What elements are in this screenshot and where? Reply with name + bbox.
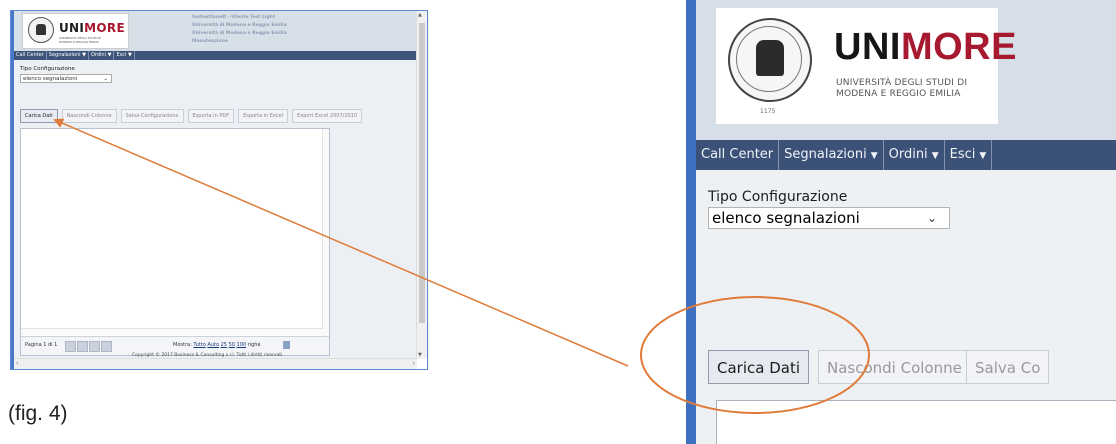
export-excel-2007-button[interactable]: Export Excel 2007/2010 bbox=[292, 109, 363, 123]
triangle-down-icon: ▼ bbox=[979, 151, 987, 161]
menu-item-ordini[interactable]: Ordini ▼ bbox=[89, 51, 115, 60]
logo: 1175 UNIMORE UNIVERSITÀ DEGLI STUDI DI M… bbox=[716, 8, 1016, 124]
config-select[interactable]: elenco segnalazioni ⌄ bbox=[708, 207, 950, 229]
user-info: testnettaredt - Utente Test Light Univer… bbox=[192, 15, 287, 44]
rows-option-auto[interactable]: Auto bbox=[207, 342, 219, 348]
config-label: Tipo Configurazione bbox=[20, 66, 75, 72]
app-page: UNIMORE UNIVERSITÀ DEGLI STUDI DI MODENA… bbox=[14, 11, 417, 359]
header: 1175 UNIMORE UNIVERSITÀ DEGLI STUDI DI M… bbox=[696, 0, 1116, 140]
menu-item-esci[interactable]: Esci ▼ bbox=[114, 51, 135, 60]
data-grid[interactable] bbox=[716, 400, 1116, 444]
esporta-pdf-button[interactable]: Esporta in PDF bbox=[187, 109, 235, 123]
chevron-down-icon: ⌄ bbox=[103, 76, 108, 82]
config-select[interactable]: elenco segnalazioni ⌄ bbox=[20, 74, 112, 83]
seal-year: 1175 bbox=[760, 108, 776, 115]
triangle-down-icon: ▼ bbox=[127, 52, 132, 58]
carica-dati-button[interactable]: Carica Dati bbox=[708, 350, 809, 384]
triangle-down-icon: ▼ bbox=[82, 52, 86, 58]
scroll-thumb[interactable] bbox=[419, 23, 425, 323]
arrow-down-icon[interactable]: ▼ bbox=[418, 352, 422, 358]
arrow-left-icon[interactable]: ‹ bbox=[16, 360, 18, 367]
esporta-excel-button[interactable]: Esporta in Excel bbox=[238, 109, 289, 123]
menu-bar: Call Center Segnalazioni ▼ Ordini ▼ Esci ▼ bbox=[696, 140, 1116, 170]
last-page-button[interactable] bbox=[101, 341, 112, 352]
triangle-down-icon: ▼ bbox=[870, 151, 878, 161]
figure-caption: (fig. 4) bbox=[8, 402, 68, 425]
triangle-down-icon: ▼ bbox=[107, 52, 112, 58]
nascondi-colonne-button[interactable]: Nascondi Colonne bbox=[61, 109, 117, 123]
chevron-down-icon: ⌄ bbox=[927, 211, 938, 225]
rows-option-25[interactable]: 25 bbox=[221, 342, 227, 348]
data-grid[interactable]: Pagina 1 di 1 Mostra: Tutto Auto 25 50 1… bbox=[20, 128, 330, 356]
small-screenshot: UNIMORE UNIVERSITÀ DEGLI STUDI DI MODENA… bbox=[10, 10, 428, 370]
rows-per-page: Mostra: Tutto Auto 25 50 100 righe bbox=[173, 342, 261, 348]
window-horizontal-scrollbar[interactable]: ‹ › bbox=[14, 358, 417, 369]
arrow-right-icon[interactable]: › bbox=[413, 360, 415, 367]
rows-option-50[interactable]: 50 bbox=[229, 342, 235, 348]
logo: UNIMORE UNIVERSITÀ DEGLI STUDI DI MODENA… bbox=[22, 13, 129, 49]
prev-page-button[interactable] bbox=[77, 341, 88, 352]
menu-bar: Call Center Segnalazioni ▼ Ordini ▼ Esci… bbox=[14, 51, 417, 60]
rows-option-tutto[interactable]: Tutto bbox=[193, 342, 205, 348]
university-seal-icon bbox=[28, 17, 54, 43]
brand-subtitle: UNIVERSITÀ DEGLI STUDI DI MODENA E REGGI… bbox=[836, 78, 968, 99]
triangle-down-icon: ▼ bbox=[931, 151, 939, 161]
toolbar: Carica Dati Nascondi Colonne Salva Confi… bbox=[20, 109, 366, 123]
menu-item-ordini[interactable]: Ordini ▼ bbox=[884, 140, 945, 170]
zoomed-screenshot: 1175 UNIMORE UNIVERSITÀ DEGLI STUDI DI M… bbox=[686, 0, 1116, 444]
nascondi-colonne-button[interactable]: Nascondi Colonne bbox=[818, 350, 971, 384]
menu-item-segnalazioni[interactable]: Segnalazioni ▼ bbox=[47, 51, 89, 60]
config-label: Tipo Configurazione bbox=[708, 189, 848, 205]
arrow-up-icon[interactable]: ▲ bbox=[418, 12, 422, 18]
salva-configurazione-button[interactable]: Salva Configurazione bbox=[120, 109, 184, 123]
next-page-button[interactable] bbox=[89, 341, 100, 352]
brand-name: UNIMORE bbox=[834, 26, 1017, 68]
university-seal-icon bbox=[728, 18, 812, 102]
grid-vertical-scrollbar[interactable] bbox=[322, 129, 329, 355]
salva-configurazione-button[interactable]: Salva Co bbox=[966, 350, 1050, 384]
window-frame-edge bbox=[686, 0, 696, 444]
brand-subtitle: UNIVERSITÀ DEGLI STUDI DI MODENA E REGGI… bbox=[59, 36, 102, 44]
rows-apply-button[interactable] bbox=[283, 341, 290, 349]
carica-dati-button[interactable]: Carica Dati bbox=[20, 109, 58, 123]
brand-name: UNIMORE bbox=[59, 21, 125, 35]
menu-item-esci[interactable]: Esci ▼ bbox=[945, 140, 993, 170]
header: UNIMORE UNIVERSITÀ DEGLI STUDI DI MODENA… bbox=[14, 11, 417, 51]
grid-horizontal-scrollbar[interactable] bbox=[21, 328, 323, 335]
rows-option-100[interactable]: 100 bbox=[237, 342, 247, 348]
menu-item-segnalazioni[interactable]: Segnalazioni ▼ bbox=[779, 140, 884, 170]
first-page-button[interactable] bbox=[65, 341, 76, 352]
menu-item-call-center[interactable]: Call Center bbox=[696, 140, 780, 170]
menu-item-call-center[interactable]: Call Center bbox=[14, 51, 47, 60]
page-indicator: Pagina 1 di 1 bbox=[25, 342, 58, 348]
window-vertical-scrollbar[interactable]: ▲ ▼ bbox=[416, 11, 427, 359]
